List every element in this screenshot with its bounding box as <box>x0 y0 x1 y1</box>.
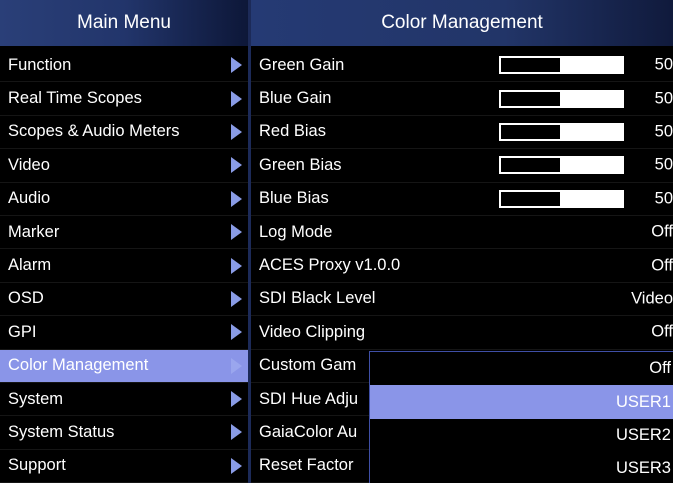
dropdown-option-label: USER3 <box>615 459 671 478</box>
color-management-header: Color Management <box>251 0 673 48</box>
menu-item-label: Support <box>8 456 66 475</box>
setting-label: Blue Bias <box>259 189 329 208</box>
main-menu-list: Function Real Time Scopes Scopes & Audio… <box>0 49 248 483</box>
setting-label: Red Bias <box>259 122 326 141</box>
menu-item-system[interactable]: System <box>0 382 248 417</box>
menu-item-support[interactable]: Support <box>0 449 248 483</box>
green-gain-slider[interactable] <box>499 56 624 75</box>
setting-value: 50 <box>654 189 673 208</box>
menu-item-label: Audio <box>8 189 51 208</box>
menu-item-color-management[interactable]: Color Management <box>0 349 248 383</box>
menu-item-label: GPI <box>8 322 37 341</box>
slider-fill <box>499 122 562 141</box>
slider-fill <box>499 89 562 108</box>
menu-item-marker[interactable]: Marker <box>0 215 248 250</box>
slider-fill <box>499 156 562 175</box>
setting-label: Green Bias <box>259 155 342 174</box>
blue-gain-slider[interactable] <box>499 89 624 108</box>
menu-item-label: Real Time Scopes <box>8 89 142 108</box>
menu-item-osd[interactable]: OSD <box>0 282 248 317</box>
blue-bias-slider[interactable] <box>499 189 624 208</box>
dropdown-option-user3[interactable]: USER3 <box>370 452 673 483</box>
menu-item-label: System <box>8 389 64 408</box>
submenu-arrow-icon <box>231 224 242 241</box>
menu-item-label: OSD <box>8 289 44 308</box>
setting-label: Green Gain <box>259 55 345 74</box>
submenu-arrow-icon <box>231 57 242 74</box>
setting-green-bias[interactable]: Green Bias 50 <box>251 149 673 183</box>
menu-item-gpi[interactable]: GPI <box>0 316 248 350</box>
menu-item-label: Color Management <box>8 356 149 375</box>
slider-fill <box>499 189 562 208</box>
custom-gamma-dropdown[interactable]: Off USER1 USER2 USER3 <box>369 351 673 483</box>
setting-red-bias[interactable]: Red Bias 50 <box>251 115 673 150</box>
setting-label: GaiaColor Au <box>259 422 358 441</box>
setting-label: SDI Black Level <box>259 289 376 308</box>
setting-value: 50 <box>654 55 673 74</box>
submenu-arrow-icon <box>231 457 242 474</box>
setting-aces-proxy[interactable]: ACES Proxy v1.0.0 Off <box>251 249 673 283</box>
submenu-arrow-icon <box>231 324 242 341</box>
menu-item-label: Video <box>8 155 50 174</box>
menu-item-label: Marker <box>8 222 60 241</box>
green-bias-slider[interactable] <box>499 156 624 175</box>
menu-item-label: System Status <box>8 422 115 441</box>
setting-value: Off <box>651 222 673 241</box>
submenu-arrow-icon <box>231 157 242 174</box>
dropdown-option-user1[interactable]: USER1 <box>370 385 673 419</box>
setting-value: 50 <box>654 122 673 141</box>
menu-item-alarm[interactable]: Alarm <box>0 249 248 283</box>
red-bias-slider[interactable] <box>499 122 624 141</box>
setting-value: Video <box>631 289 673 308</box>
setting-blue-gain[interactable]: Blue Gain 50 <box>251 82 673 116</box>
submenu-arrow-icon <box>231 391 242 408</box>
submenu-arrow-icon <box>231 190 242 207</box>
dropdown-option-label: Off <box>649 359 671 378</box>
setting-value: Off <box>651 322 673 341</box>
slider-fill <box>499 56 562 75</box>
menu-item-system-status[interactable]: System Status <box>0 416 248 450</box>
menu-item-label: Scopes & Audio Meters <box>8 122 180 141</box>
dropdown-option-label: USER2 <box>615 425 671 444</box>
setting-label: Video Clipping <box>259 322 366 341</box>
setting-green-gain[interactable]: Green Gain 50 <box>251 49 673 83</box>
setting-label: Reset Factor <box>259 456 354 475</box>
submenu-arrow-icon <box>231 357 242 374</box>
submenu-arrow-icon <box>231 290 242 307</box>
submenu-arrow-icon <box>231 424 242 441</box>
menu-item-label: Function <box>8 55 72 74</box>
setting-label: Blue Gain <box>259 89 332 108</box>
menu-item-audio[interactable]: Audio <box>0 182 248 216</box>
setting-log-mode[interactable]: Log Mode Off <box>251 215 673 250</box>
setting-blue-bias[interactable]: Blue Bias 50 <box>251 182 673 216</box>
submenu-arrow-icon <box>231 123 242 140</box>
menu-item-video[interactable]: Video <box>0 149 248 183</box>
setting-value: 50 <box>654 155 673 174</box>
setting-label: ACES Proxy v1.0.0 <box>259 256 401 275</box>
menu-item-scopes-audio-meters[interactable]: Scopes & Audio Meters <box>0 115 248 150</box>
setting-label: SDI Hue Adju <box>259 389 359 408</box>
dropdown-option-off[interactable]: Off <box>370 352 673 386</box>
setting-label: Custom Gam <box>259 356 357 375</box>
submenu-arrow-icon <box>231 90 242 107</box>
setting-value: 50 <box>654 89 673 108</box>
dropdown-option-label: USER1 <box>615 392 671 411</box>
osd-screen: Main Menu Color Management Function Real… <box>0 0 673 483</box>
setting-value: Off <box>651 256 673 275</box>
submenu-arrow-icon <box>231 257 242 274</box>
menu-item-function[interactable]: Function <box>0 49 248 83</box>
main-menu-header: Main Menu <box>0 0 248 48</box>
setting-sdi-black-level[interactable]: SDI Black Level Video <box>251 282 673 317</box>
color-management-title: Color Management <box>381 12 543 33</box>
main-menu-title: Main Menu <box>77 12 171 33</box>
menu-item-label: Alarm <box>8 256 52 275</box>
menu-item-real-time-scopes[interactable]: Real Time Scopes <box>0 82 248 116</box>
dropdown-option-user2[interactable]: USER2 <box>370 418 673 453</box>
setting-label: Log Mode <box>259 222 333 241</box>
setting-video-clipping[interactable]: Video Clipping Off <box>251 316 673 350</box>
